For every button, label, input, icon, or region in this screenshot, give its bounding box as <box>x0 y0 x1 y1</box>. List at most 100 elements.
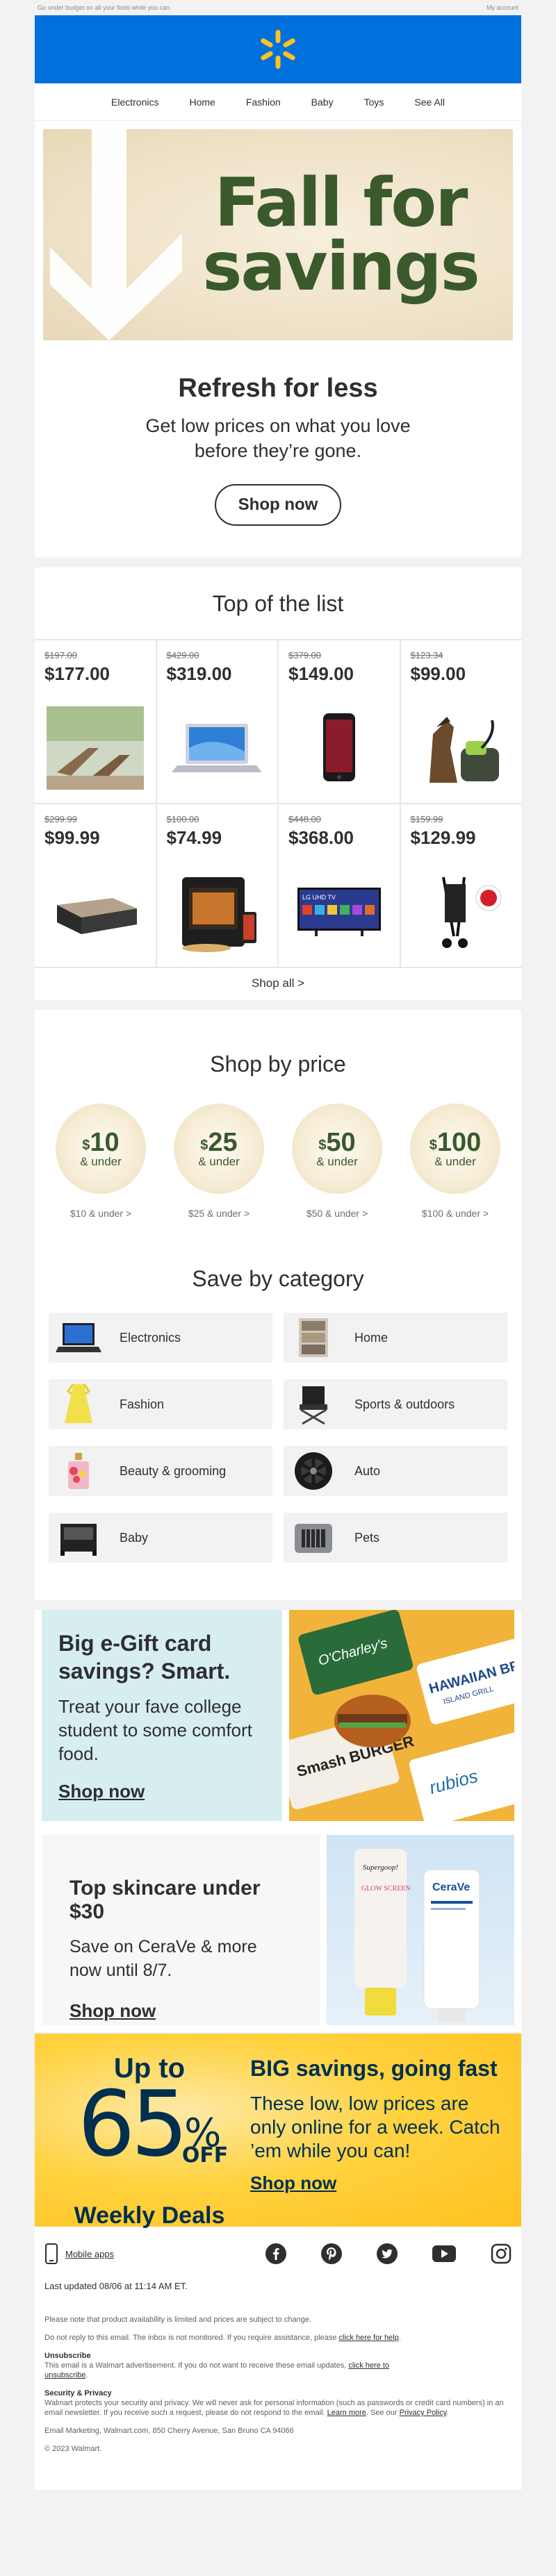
facebook-icon[interactable] <box>265 2243 286 2264</box>
twitter-icon[interactable] <box>377 2243 398 2264</box>
hero-section: Fall for savings Refresh for less Get lo… <box>35 121 521 558</box>
price-under: & under <box>80 1155 122 1168</box>
hero-banner[interactable]: Fall for savings <box>43 129 513 340</box>
category-label: Home <box>354 1330 389 1345</box>
copyright: © 2023 Walmart. <box>44 2445 102 2453</box>
last-updated: Last updated 08/06 at 11:14 AM ET. <box>44 2281 188 2291</box>
unsubscribe-link-part1[interactable]: click here to <box>348 2361 389 2370</box>
perfume-icon <box>56 1450 101 1492</box>
tv-screen-label: LG UHD TV <box>302 894 336 901</box>
laptop-icon <box>56 1317 101 1358</box>
unsubscribe-text: This email is a Walmart advertisement. I… <box>44 2361 347 2370</box>
preheader-text: Go under budget on all your finds while … <box>38 4 172 11</box>
hero-shop-now-button[interactable]: Shop now <box>214 484 342 526</box>
weekly-shop-now-link[interactable]: Shop now <box>250 2172 336 2193</box>
price-tile[interactable]: $50 & under $50 & under > <box>285 1104 389 1219</box>
privacy-policy-link[interactable]: Privacy Policy <box>400 2409 447 2417</box>
nav-see-all[interactable]: See All <box>399 97 460 108</box>
skincare-products: Supergoop! GLOW SCREEN CeraVe <box>354 1849 480 2022</box>
skincare-heading: Top skincare under $30 <box>70 1877 261 1923</box>
price-under: & under <box>434 1155 476 1168</box>
wheel-icon <box>291 1450 336 1492</box>
top-list-title: Top of the list <box>212 591 344 616</box>
category-nav: Electronics Home Fashion Baby Toys See A… <box>35 83 521 121</box>
nav-home[interactable]: Home <box>174 97 230 108</box>
gift-heading: Big e-Gift card savings? Smart. <box>58 1631 231 1684</box>
footer: Mobile apps Last updated 08/06 at 11:14 … <box>35 2227 521 2490</box>
product-grid: $197.00 $177.00 $429.00 $319.00 $379.00 … <box>35 639 521 968</box>
gift-shop-now-link[interactable]: Shop now <box>58 1781 145 1802</box>
skincare-shop-now-link[interactable]: Shop now <box>70 2000 156 2021</box>
my-account-link[interactable]: My account <box>486 4 518 11</box>
category-sports-outdoors[interactable]: Sports & outdoors <box>284 1379 507 1429</box>
shop-all-link[interactable]: Shop all > <box>35 968 521 1000</box>
category-fashion[interactable]: Fashion <box>49 1379 272 1429</box>
category-beauty-grooming[interactable]: Beauty & grooming <box>49 1446 272 1496</box>
header <box>35 15 521 83</box>
learn-more-link[interactable]: Learn more <box>327 2409 366 2417</box>
product-card[interactable]: $379.00 $149.00 <box>279 640 400 803</box>
price-tile[interactable]: $100 & under $100 & under > <box>403 1104 507 1219</box>
stroller-icon <box>411 867 512 957</box>
category-auto[interactable]: Auto <box>284 1446 507 1496</box>
product-card[interactable]: $123.34 $99.00 <box>400 640 521 803</box>
price-under: & under <box>198 1155 240 1168</box>
price-link[interactable]: $10 & under > <box>49 1208 153 1219</box>
category-label: Beauty & grooming <box>120 1463 227 1478</box>
hero-title: Fall for savings <box>175 164 506 306</box>
price-amount: 10 <box>90 1128 120 1157</box>
unsubscribe-title: Unsubscribe <box>44 2352 91 2360</box>
unsubscribe-link-part2[interactable]: unsubscribe <box>44 2371 85 2379</box>
product-card[interactable]: $448.00 $368.00 LG UHD TV <box>279 804 400 967</box>
was-price: $379.00 <box>288 650 321 660</box>
price-link[interactable]: $25 & under > <box>167 1208 271 1219</box>
product-card[interactable]: $429.00 $319.00 <box>156 640 277 803</box>
gift-card-image[interactable]: O'Charley's HAWAIIAN BR ISLAND GRILL Smas… <box>289 1610 514 1821</box>
skincare-image[interactable]: Supergoop! GLOW SCREEN CeraVe <box>327 1835 514 2025</box>
instagram-icon[interactable] <box>491 2243 512 2264</box>
nav-electronics[interactable]: Electronics <box>96 97 174 108</box>
now-price: $99.99 <box>44 827 100 848</box>
gift-card-text: Big e-Gift card savings? Smart. Treat yo… <box>42 1610 282 1821</box>
nav-toys[interactable]: Toys <box>349 97 400 108</box>
price-badge: $50 & under <box>292 1104 382 1194</box>
category-pets[interactable]: Pets <box>284 1513 507 1563</box>
availability-note: Please note that product availability is… <box>44 2316 311 2324</box>
save-by-category-title: Save by category <box>192 1266 364 1291</box>
patio-chairs-icon <box>44 703 146 793</box>
gift-body: Treat your fave college student to some … <box>58 1696 252 1764</box>
nav-fashion[interactable]: Fashion <box>231 97 296 108</box>
now-price: $129.99 <box>410 827 476 848</box>
air-fryer-icon <box>167 867 268 957</box>
hero-title-line2: savings <box>202 228 480 306</box>
weekly-deals-banner[interactable]: Up to 65% OFF Weekly Deals BIG savings, g… <box>35 2034 521 2229</box>
price-tile[interactable]: $25 & under $25 & under > <box>167 1104 271 1219</box>
product-card[interactable]: $100.00 $74.99 <box>156 804 277 967</box>
category-electronics[interactable]: Electronics <box>49 1313 272 1363</box>
mobile-apps-link[interactable]: Mobile apps <box>44 2243 114 2264</box>
carpet-cleaner-icon <box>411 703 512 793</box>
price-tile[interactable]: $10 & under $10 & under > <box>49 1104 153 1219</box>
category-label: Fashion <box>120 1397 165 1411</box>
category-baby[interactable]: Baby <box>49 1513 272 1563</box>
product-card[interactable]: $299.99 $99.99 <box>35 804 156 967</box>
hero-title-line1: Fall for <box>214 164 468 242</box>
walmart-spark-logo[interactable] <box>257 28 299 70</box>
no-reply-note: Do not reply to this email. The inbox is… <box>44 2334 401 2342</box>
help-link[interactable]: click here for help <box>339 2334 399 2342</box>
weekly-deals-label: Weekly Deals <box>74 2202 225 2229</box>
social-links <box>265 2243 512 2264</box>
privacy-block: Security & Privacy Walmart protects your … <box>44 2389 504 2417</box>
pinterest-icon[interactable] <box>321 2243 342 2264</box>
now-price: $74.99 <box>166 827 222 848</box>
price-link[interactable]: $50 & under > <box>285 1208 389 1219</box>
camp-chair-icon <box>291 1383 336 1425</box>
youtube-icon[interactable] <box>432 2245 456 2262</box>
product-card[interactable]: $197.00 $177.00 <box>35 640 156 803</box>
product-card[interactable]: $159.99 $129.99 <box>400 804 521 967</box>
category-home[interactable]: Home <box>284 1313 507 1363</box>
price-link[interactable]: $100 & under > <box>403 1208 507 1219</box>
now-price: $319.00 <box>166 663 232 684</box>
nav-baby[interactable]: Baby <box>296 97 349 108</box>
shop-by-price-section: Shop by price $10 & under $10 & under > … <box>35 1010 521 1600</box>
